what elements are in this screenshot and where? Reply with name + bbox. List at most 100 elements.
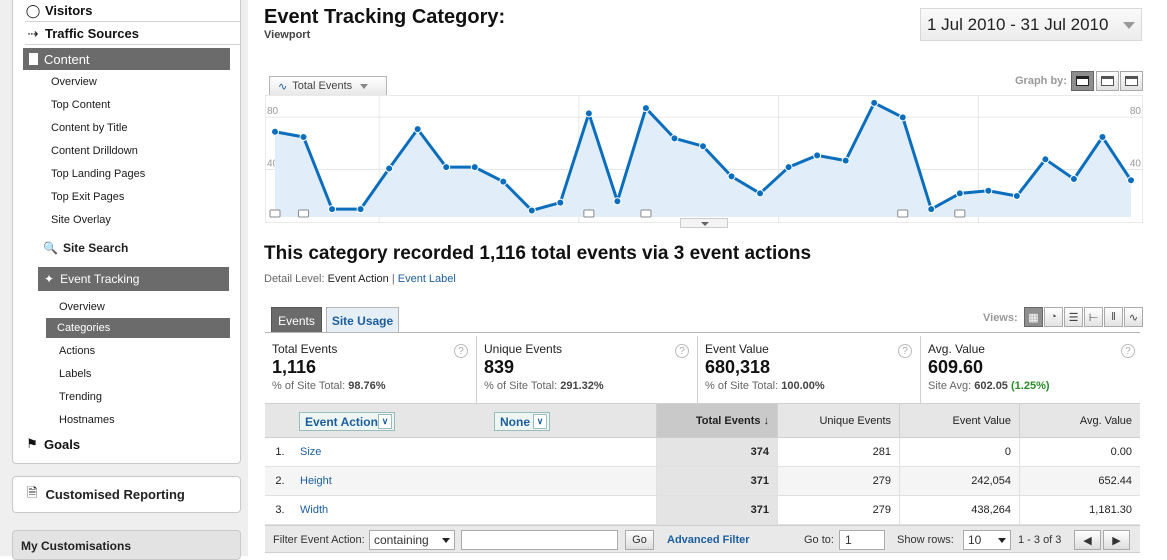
goto-input[interactable]: 1 bbox=[839, 530, 885, 550]
column-label: Total Events bbox=[695, 414, 761, 427]
filter-go-button[interactable]: Go bbox=[625, 530, 654, 550]
date-range-picker[interactable]: 1 Jul 2010 - 31 Jul 2010 bbox=[920, 8, 1142, 41]
data-point bbox=[756, 189, 765, 198]
flag-icon: ⚑ bbox=[26, 436, 38, 451]
show-rows-label: Show rows: bbox=[897, 534, 954, 546]
views-label: Views: bbox=[983, 312, 1018, 324]
scorecard-foot-prefix: % of Site Total: bbox=[272, 380, 346, 392]
advanced-filter-link[interactable]: Advanced Filter bbox=[667, 534, 750, 546]
filter-mode-select[interactable]: containing bbox=[369, 530, 455, 550]
show-rows-select[interactable]: 10 bbox=[963, 530, 1011, 550]
nav-content-drilldown[interactable]: Content Drilldown bbox=[51, 145, 138, 157]
help-icon[interactable]: ? bbox=[898, 344, 912, 358]
nav-traffic-label: Traffic Sources bbox=[45, 26, 139, 41]
nav-traffic-sources[interactable]: ⇢ Traffic Sources bbox=[25, 23, 240, 45]
pagination-range: 1 - 3 of 3 bbox=[1018, 534, 1062, 546]
sidebar: ◯ Visitors ⇢ Traffic Sources Content Ove… bbox=[0, 0, 248, 560]
data-point bbox=[898, 113, 907, 122]
nav-event-overview[interactable]: Overview bbox=[59, 301, 105, 313]
nav-content-overview[interactable]: Overview bbox=[51, 76, 97, 88]
nav-top-landing-pages[interactable]: Top Landing Pages bbox=[51, 168, 145, 180]
events-table: Event Action ∨ None ∨ Total Events ↓ Uni… bbox=[265, 403, 1140, 553]
tab-site-usage[interactable]: Site Usage bbox=[326, 307, 399, 333]
view-pie-button[interactable]: ◔ bbox=[1044, 307, 1063, 327]
cell-avg-value: 1,181.30 bbox=[1019, 496, 1140, 524]
column-unique-events[interactable]: Unique Events bbox=[777, 404, 899, 437]
row-name[interactable]: Width bbox=[300, 504, 328, 516]
scorecard-foot: Site Avg: 602.05 (1.25%) bbox=[928, 380, 1140, 392]
data-point bbox=[442, 163, 451, 172]
column-total-events[interactable]: Total Events ↓ bbox=[656, 404, 777, 437]
nav-customised-reporting[interactable]: 🗎 Customised Reporting bbox=[12, 476, 241, 513]
dropdown-arrow-icon bbox=[442, 538, 450, 543]
collapse-graph-toggle[interactable] bbox=[680, 218, 728, 228]
graph-metric-selector[interactable]: ∿ Total Events bbox=[269, 76, 387, 96]
data-point bbox=[385, 164, 394, 173]
nav-top-exit-pages[interactable]: Top Exit Pages bbox=[51, 191, 124, 203]
cell-unique-events: 279 bbox=[777, 496, 899, 524]
row-name-link[interactable]: Height bbox=[300, 467, 332, 495]
column-avg-value[interactable]: Avg. Value bbox=[1019, 404, 1140, 437]
view-comparison-button[interactable]: ⊢ bbox=[1084, 307, 1103, 327]
graph-by-week-button[interactable] bbox=[1096, 71, 1119, 91]
help-icon[interactable]: ? bbox=[454, 344, 468, 358]
data-point bbox=[328, 205, 337, 214]
row-name-link[interactable]: Width bbox=[300, 496, 328, 524]
scorecard-value: 680,318 bbox=[705, 357, 771, 377]
traffic-icon: ⇢ bbox=[27, 25, 39, 41]
nav-event-labels[interactable]: Labels bbox=[59, 368, 91, 380]
table-footer: Filter Event Action: containing Go Advan… bbox=[265, 525, 1140, 553]
nav-site-overlay[interactable]: Site Overlay bbox=[51, 214, 111, 226]
graph-by-day-button[interactable] bbox=[1071, 71, 1094, 91]
nav-event-hostnames[interactable]: Hostnames bbox=[59, 414, 115, 426]
view-performance-button[interactable]: ☰ bbox=[1064, 307, 1083, 327]
data-point bbox=[841, 156, 850, 165]
filter-label: Filter Event Action: bbox=[273, 534, 365, 546]
nav-visitors[interactable]: ◯ Visitors bbox=[25, 0, 240, 22]
table-header: Event Action ∨ None ∨ Total Events ↓ Uni… bbox=[265, 403, 1140, 438]
nav-event-trending[interactable]: Trending bbox=[59, 391, 102, 403]
nav-goals[interactable]: ⚑ Goals bbox=[24, 433, 239, 455]
cell-total-events: 371 bbox=[656, 496, 777, 524]
annotation-icon bbox=[583, 209, 595, 218]
row-index: 3. bbox=[275, 504, 285, 516]
secondary-dimension-selector[interactable]: None ∨ bbox=[494, 412, 550, 431]
view-table-button[interactable]: ▦ bbox=[1024, 307, 1043, 327]
page-icon bbox=[29, 53, 38, 65]
sort-desc-icon: ↓ bbox=[763, 414, 770, 427]
view-term-cloud-button[interactable]: ‖ bbox=[1104, 307, 1123, 327]
row-name-link[interactable]: Size bbox=[300, 438, 321, 466]
detail-level-event-label-link[interactable]: Event Label bbox=[398, 273, 456, 285]
data-point bbox=[813, 151, 822, 160]
data-point bbox=[955, 189, 964, 198]
table-row: 1. Size 374 281 0 0.00 bbox=[265, 438, 1140, 467]
nav-event-actions[interactable]: Actions bbox=[59, 345, 95, 357]
filter-input[interactable] bbox=[461, 530, 618, 550]
dimension-selector[interactable]: Event Action ∨ bbox=[299, 412, 395, 431]
column-label: Unique Events bbox=[819, 414, 891, 427]
prev-page-button[interactable]: ◀ bbox=[1074, 530, 1101, 550]
report-headline: This category recorded 1,116 total event… bbox=[264, 243, 812, 264]
nav-content-by-title[interactable]: Content by Title bbox=[51, 122, 127, 134]
help-icon[interactable]: ? bbox=[675, 344, 689, 358]
help-icon[interactable]: ? bbox=[1121, 344, 1135, 358]
data-point bbox=[499, 177, 508, 186]
tab-events[interactable]: Events bbox=[271, 307, 322, 333]
data-point bbox=[641, 104, 650, 113]
data-point bbox=[584, 109, 593, 118]
nav-content[interactable]: Content bbox=[23, 48, 230, 70]
view-pivot-button[interactable]: ∿ bbox=[1124, 307, 1143, 327]
scorecard-foot-prefix: % of Site Total: bbox=[484, 380, 558, 392]
nav-site-search[interactable]: 🔍 Site Search bbox=[43, 238, 128, 258]
scorecard-value: 1,116 bbox=[272, 357, 317, 377]
next-page-button[interactable]: ▶ bbox=[1103, 530, 1130, 550]
row-name[interactable]: Size bbox=[300, 446, 321, 458]
graph-by-month-button[interactable] bbox=[1120, 71, 1143, 91]
row-name[interactable]: Height bbox=[300, 475, 332, 487]
column-event-value[interactable]: Event Value bbox=[899, 404, 1019, 437]
nav-event-tracking[interactable]: ✦ Event Tracking bbox=[38, 267, 229, 291]
nav-top-content[interactable]: Top Content bbox=[51, 99, 110, 111]
data-point bbox=[670, 134, 679, 143]
calendar-day-icon bbox=[1076, 76, 1089, 86]
nav-event-categories[interactable]: Categories bbox=[46, 318, 230, 338]
